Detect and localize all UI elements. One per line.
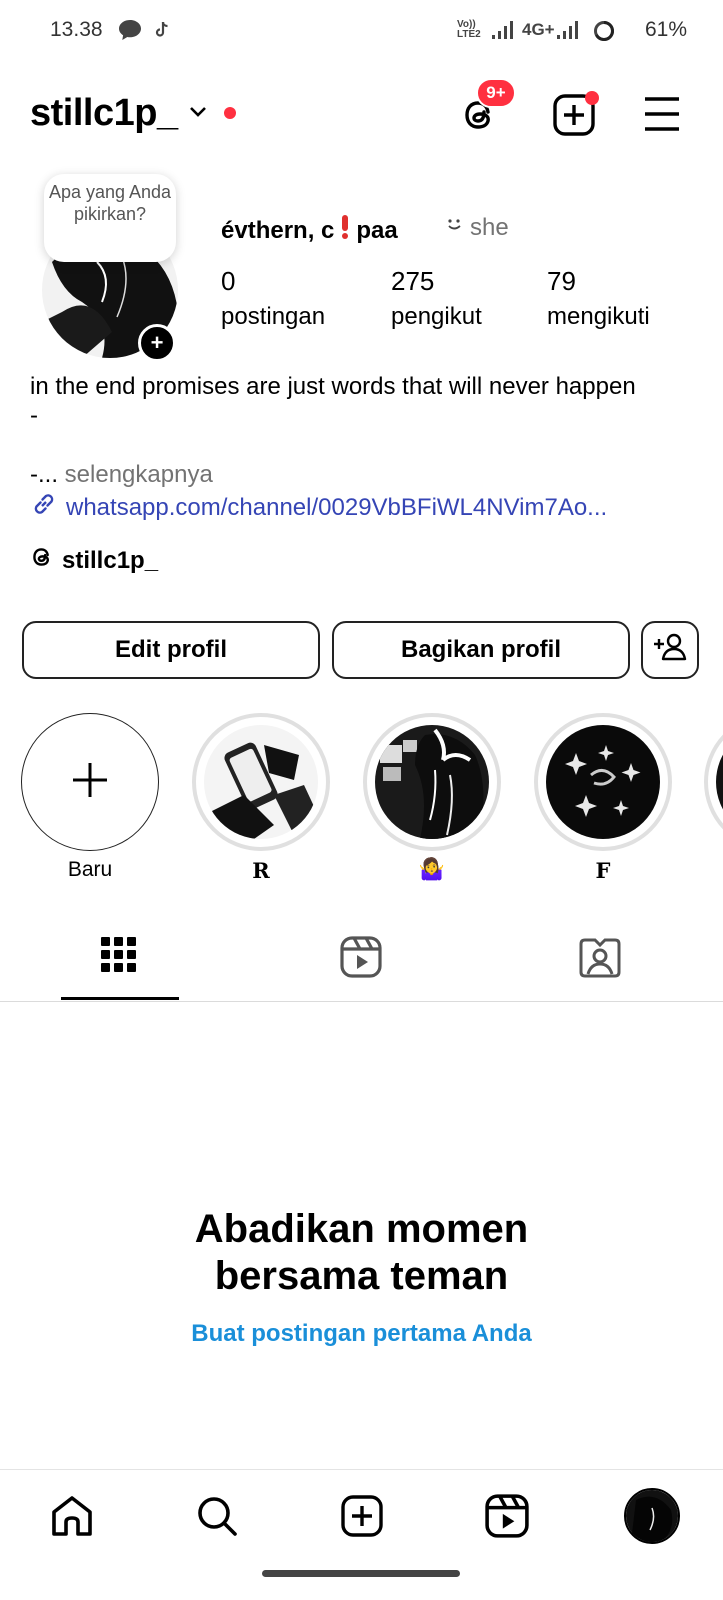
note-bubble[interactable]: Apa yang Anda pikirkan?	[44, 174, 176, 262]
highlight-cover	[546, 725, 660, 839]
tiktok-notification-icon	[154, 21, 170, 44]
exclamation-icon	[338, 214, 352, 247]
create-tab[interactable]	[340, 1494, 384, 1543]
home-icon	[50, 1496, 94, 1542]
stat-label: mengikuti	[547, 303, 650, 330]
share-profile-button[interactable]: Bagikan profil	[332, 621, 630, 679]
stat-value: 0	[221, 266, 236, 296]
display-name-text: évthern, c	[221, 216, 335, 244]
link-icon	[30, 490, 58, 525]
pronoun: she	[470, 214, 509, 241]
reels-icon	[340, 936, 382, 982]
highlight-label: R	[252, 858, 270, 883]
reels-tab[interactable]	[340, 936, 382, 983]
stat-value: 79	[547, 266, 576, 296]
stat-followers[interactable]: 275 pengikut	[391, 266, 482, 331]
tab-divider	[0, 1001, 723, 1002]
bio-line: in the end promises are just words that …	[30, 373, 636, 400]
edit-profile-button[interactable]: Edit profil	[22, 621, 320, 679]
highlight-cover	[204, 725, 318, 839]
reels-nav-tab[interactable]	[485, 1494, 529, 1543]
username: stillc1p_	[30, 92, 178, 134]
unread-dot	[224, 107, 236, 119]
grid-icon	[101, 937, 137, 977]
edit-profile-label: Edit profil	[115, 636, 227, 663]
stat-label: postingan	[221, 303, 326, 330]
volte-indicator: Vo)) LTE2	[457, 19, 481, 40]
highlight-item[interactable]	[192, 713, 330, 851]
display-name-suffix: paa	[356, 216, 398, 244]
account-switcher[interactable]: stillc1p_	[30, 92, 178, 135]
network-type: 4G+	[522, 20, 555, 39]
stat-value: 275	[391, 266, 435, 296]
tagged-tab[interactable]	[579, 936, 621, 983]
profile-tab[interactable]	[624, 1488, 680, 1544]
highlight-item-partial[interactable]	[704, 713, 723, 851]
bio: in the end promises are just words that …	[30, 372, 690, 430]
more-label: selengkapnya	[64, 461, 213, 488]
link-text: whatsapp.com/channel/0029VbBFiWL4NVim7Ao…	[66, 493, 608, 521]
highlight-label: 🤷‍♀️	[418, 858, 446, 881]
bio-link[interactable]: whatsapp.com/channel/0029VbBFiWL4NVim7Ao…	[30, 490, 607, 525]
highlight-item[interactable]	[534, 713, 672, 851]
add-story-icon[interactable]: +	[138, 324, 176, 362]
add-person-icon	[653, 633, 687, 668]
signal-icon-1	[491, 20, 515, 45]
tagged-icon	[579, 938, 621, 982]
active-tab-indicator	[61, 997, 179, 1000]
battery-icon	[593, 20, 615, 47]
home-gesture-bar[interactable]	[262, 1570, 460, 1577]
menu-icon[interactable]	[643, 96, 681, 137]
empty-title-line: Abadikan momen	[194, 1207, 529, 1251]
pronoun-icon	[447, 218, 463, 237]
highlight-item[interactable]	[363, 713, 501, 851]
stat-posts[interactable]: 0 postingan	[221, 266, 325, 331]
status-time: 13.38	[50, 18, 103, 41]
profile-avatar-small	[626, 1490, 678, 1542]
new-highlight-button[interactable]	[21, 713, 159, 851]
create-first-post-link[interactable]: Buat postingan pertama Anda	[0, 1320, 723, 1348]
display-name: évthern, c paa	[221, 214, 398, 247]
plus-icon	[71, 761, 109, 804]
grid-tab[interactable]	[101, 937, 137, 978]
message-notification-icon	[118, 19, 142, 46]
stat-following[interactable]: 79 mengikuti	[547, 266, 650, 331]
threads-profile-link[interactable]: stillc1p_	[30, 544, 158, 577]
reels-nav-icon	[485, 1494, 529, 1542]
search-icon	[195, 1497, 239, 1542]
nav-divider	[0, 1469, 723, 1470]
search-tab[interactable]	[195, 1494, 239, 1543]
threads-small-icon	[30, 544, 54, 577]
highlight-label: Baru	[67, 858, 113, 881]
empty-state-title: Abadikan momen bersama teman	[0, 1206, 723, 1300]
threads-badge: 9+	[476, 78, 516, 108]
empty-title-line: bersama teman	[214, 1254, 509, 1298]
bio-more[interactable]: -... selengkapnya	[30, 461, 213, 489]
discover-people-button[interactable]	[641, 621, 699, 679]
bio-line: -	[30, 402, 38, 429]
chevron-down-icon[interactable]	[188, 105, 208, 124]
share-profile-label: Bagikan profil	[400, 636, 562, 663]
bio-more-prefix: -...	[30, 461, 58, 488]
battery-percent: 61%	[644, 18, 687, 41]
threads-handle-text: stillc1p_	[62, 546, 159, 574]
stat-label: pengikut	[391, 303, 482, 330]
highlight-label: F	[595, 858, 611, 883]
create-icon	[340, 1495, 384, 1542]
signal-icon-2	[556, 20, 580, 45]
highlight-cover	[375, 725, 489, 839]
create-dot	[585, 91, 599, 105]
home-tab[interactable]	[50, 1494, 94, 1543]
